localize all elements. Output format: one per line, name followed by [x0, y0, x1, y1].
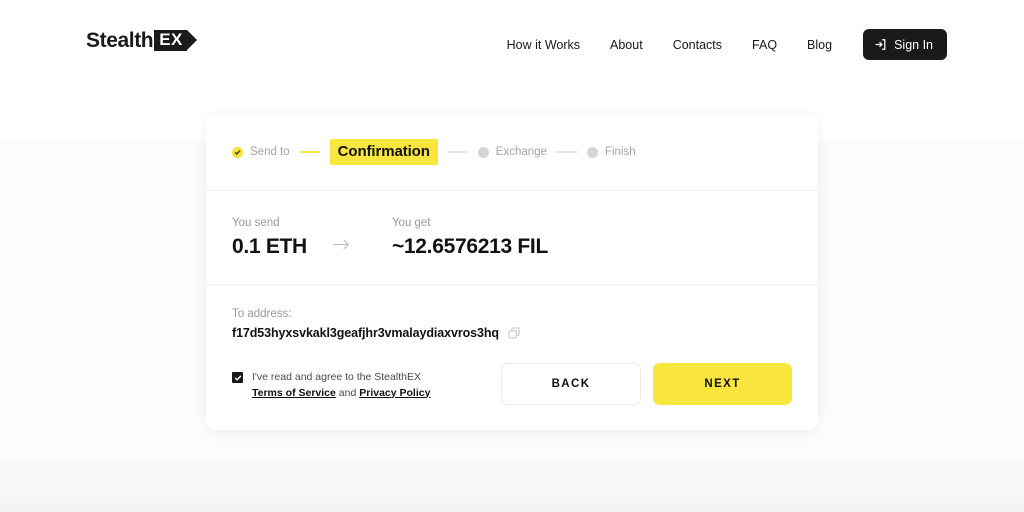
nav-link-about[interactable]: About	[595, 33, 658, 57]
card-footer: I've read and agree to the StealthEX Ter…	[206, 340, 818, 405]
you-get-value: ~12.6576213 FIL	[391, 234, 548, 258]
login-icon	[874, 38, 887, 51]
agreement-intro: I've read and agree to the StealthEX	[252, 371, 421, 384]
step-label-finish: Finish	[604, 146, 636, 158]
agreement-conjunction: and	[338, 386, 357, 399]
action-buttons: BACK NEXT	[501, 363, 792, 405]
step-exchange[interactable]: Exchange	[477, 146, 547, 158]
nav-link-faq[interactable]: FAQ	[737, 33, 792, 57]
copy-icon[interactable]	[508, 327, 520, 339]
you-send-label: You send	[232, 216, 280, 229]
check-circle-icon	[232, 146, 243, 158]
nav-link-contacts[interactable]: Contacts	[658, 33, 737, 57]
step-label-exchange: Exchange	[495, 146, 547, 158]
nav-link-how-it-works[interactable]: How it Works	[492, 33, 595, 57]
step-dot-finish-icon	[586, 146, 598, 158]
progress-stepper: Send to Confirmation Exchange Finish	[206, 114, 818, 191]
next-button[interactable]: NEXT	[653, 363, 792, 405]
logo-badge: EX	[154, 29, 197, 51]
page-root: Stealth EX How it Works About Contacts F…	[0, 0, 1024, 512]
step-connector-2	[447, 151, 468, 153]
terms-of-service-link[interactable]: Terms of Service	[252, 387, 336, 399]
you-get-label: You get	[391, 216, 431, 229]
main-nav: How it Works About Contacts FAQ Blog Sig…	[492, 29, 947, 60]
step-connector-1	[299, 151, 320, 153]
step-label-send-to: Send to	[250, 146, 290, 158]
agreement-block: I've read and agree to the StealthEX Ter…	[232, 367, 430, 400]
to-address-value: f17d53hyxsvkakl3geafjhr3vmalaydiaxvros3h…	[232, 326, 499, 340]
sign-in-button[interactable]: Sign In	[863, 29, 947, 60]
terms-checkbox[interactable]	[232, 372, 243, 384]
nav-link-blog[interactable]: Blog	[792, 33, 847, 57]
agreement-text: I've read and agree to the StealthEX Ter…	[252, 370, 430, 400]
step-label-confirmation: Confirmation	[329, 139, 438, 165]
sign-in-label: Sign In	[894, 37, 933, 52]
you-send-value: 0.1 ETH	[232, 234, 307, 258]
to-address-label: To address:	[232, 308, 292, 320]
step-connector-3	[556, 151, 577, 153]
arrow-right-icon	[333, 238, 350, 251]
amount-summary: You send 0.1 ETH You get ~12.6576213 FIL	[206, 191, 818, 285]
privacy-policy-link[interactable]: Privacy Policy	[359, 387, 430, 399]
you-get-block: You get ~12.6576213 FIL	[392, 217, 548, 259]
site-header: Stealth EX How it Works About Contacts F…	[0, 0, 1024, 82]
you-send-block: You send 0.1 ETH	[232, 217, 307, 259]
logo[interactable]: Stealth EX	[86, 27, 197, 53]
step-dot-exchange-icon	[477, 146, 489, 158]
to-address-row: f17d53hyxsvkakl3geafjhr3vmalaydiaxvros3h…	[232, 326, 818, 340]
step-send-to[interactable]: Send to	[232, 146, 290, 158]
to-address-section: To address: f17d53hyxsvkakl3geafjhr3vmal…	[206, 285, 818, 340]
exchange-card: Send to Confirmation Exchange Finish You…	[206, 114, 818, 430]
step-confirmation[interactable]: Confirmation	[329, 139, 438, 165]
logo-word: Stealth	[86, 28, 154, 52]
background-band-footer	[0, 497, 1024, 512]
back-button[interactable]: BACK	[501, 363, 641, 405]
step-finish[interactable]: Finish	[586, 146, 636, 158]
